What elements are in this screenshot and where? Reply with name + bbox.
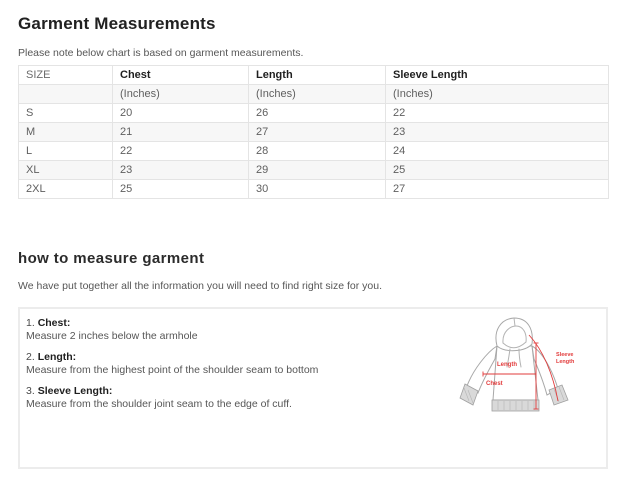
step-label: Length:	[38, 351, 77, 363]
diagram-chest-label: Chest	[486, 381, 503, 387]
units-cell	[19, 85, 113, 104]
step-label: Chest:	[38, 317, 71, 329]
column-header-length: Length	[249, 66, 386, 85]
size-chart-table: SIZE Chest Length Sleeve Length (Inches)…	[18, 65, 609, 199]
measure-step-sleeve-length: 3. Sleeve Length: Measure from the shoul…	[26, 385, 428, 410]
length-cell: 28	[249, 142, 386, 161]
sleeve-cell: 23	[386, 123, 609, 142]
sleeve-cell: 25	[386, 161, 609, 180]
how-to-measure-intro: We have put together all the information…	[18, 280, 608, 292]
diagram-length-label: Length	[497, 362, 517, 368]
sleeve-cell: 22	[386, 104, 609, 123]
sleeve-cell: 27	[386, 180, 609, 199]
measure-step-length: 2. Length: Measure from the highest poin…	[26, 351, 428, 376]
table-row-l: L 22 28 24	[19, 142, 609, 161]
measure-steps: 1. Chest: Measure 2 inches below the arm…	[20, 309, 428, 419]
measure-step-chest: 1. Chest: Measure 2 inches below the arm…	[26, 317, 428, 342]
page-title: Garment Measurements	[18, 14, 608, 34]
table-row-xl: XL 23 29 25	[19, 161, 609, 180]
size-cell: M	[19, 123, 113, 142]
table-row-s: S 20 26 22	[19, 104, 609, 123]
units-cell: (Inches)	[249, 85, 386, 104]
length-cell: 26	[249, 104, 386, 123]
table-units-row: (Inches) (Inches) (Inches)	[19, 85, 609, 104]
size-cell: S	[19, 104, 113, 123]
step-label: Sleeve Length:	[38, 385, 113, 397]
size-cell: XL	[19, 161, 113, 180]
units-cell: (Inches)	[386, 85, 609, 104]
units-cell: (Inches)	[113, 85, 249, 104]
chest-cell: 25	[113, 180, 249, 199]
column-header-sleeve-length: Sleeve Length	[386, 66, 609, 85]
step-description: Measure from the shoulder joint seam to …	[26, 398, 428, 410]
chart-note: Please note below chart is based on garm…	[18, 47, 608, 59]
chest-cell: 20	[113, 104, 249, 123]
chest-cell: 23	[113, 161, 249, 180]
chest-cell: 22	[113, 142, 249, 161]
table-header-row: SIZE Chest Length Sleeve Length	[19, 66, 609, 85]
step-description: Measure from the highest point of the sh…	[26, 364, 428, 376]
table-row-2xl: 2XL 25 30 27	[19, 180, 609, 199]
measure-instructions-box: 1. Chest: Measure 2 inches below the arm…	[18, 307, 608, 469]
chest-cell: 21	[113, 123, 249, 142]
length-cell: 27	[249, 123, 386, 142]
step-number: 1.	[26, 317, 35, 329]
sleeve-cell: 24	[386, 142, 609, 161]
step-number: 3.	[26, 385, 35, 397]
hoodie-diagram-image: Length Chest Sleeve Length	[453, 312, 581, 427]
length-cell: 30	[249, 180, 386, 199]
size-cell: 2XL	[19, 180, 113, 199]
diagram-sleeve-label-line2: Length	[556, 359, 575, 365]
hoodie-body	[493, 346, 538, 400]
column-header-chest: Chest	[113, 66, 249, 85]
step-description: Measure 2 inches below the armhole	[26, 330, 428, 342]
size-cell: L	[19, 142, 113, 161]
how-to-measure-title: how to measure garment	[18, 250, 608, 267]
hoodie-measure-diagram: Length Chest Sleeve Length	[428, 309, 606, 427]
step-number: 2.	[26, 351, 35, 363]
column-header-size: SIZE	[19, 66, 113, 85]
hoodie-hem-band	[492, 400, 539, 411]
diagram-sleeve-label-line1: Sleeve	[556, 352, 573, 358]
table-row-m: M 21 27 23	[19, 123, 609, 142]
garment-measurements-page: Garment Measurements Please note below c…	[0, 0, 623, 469]
length-cell: 29	[249, 161, 386, 180]
